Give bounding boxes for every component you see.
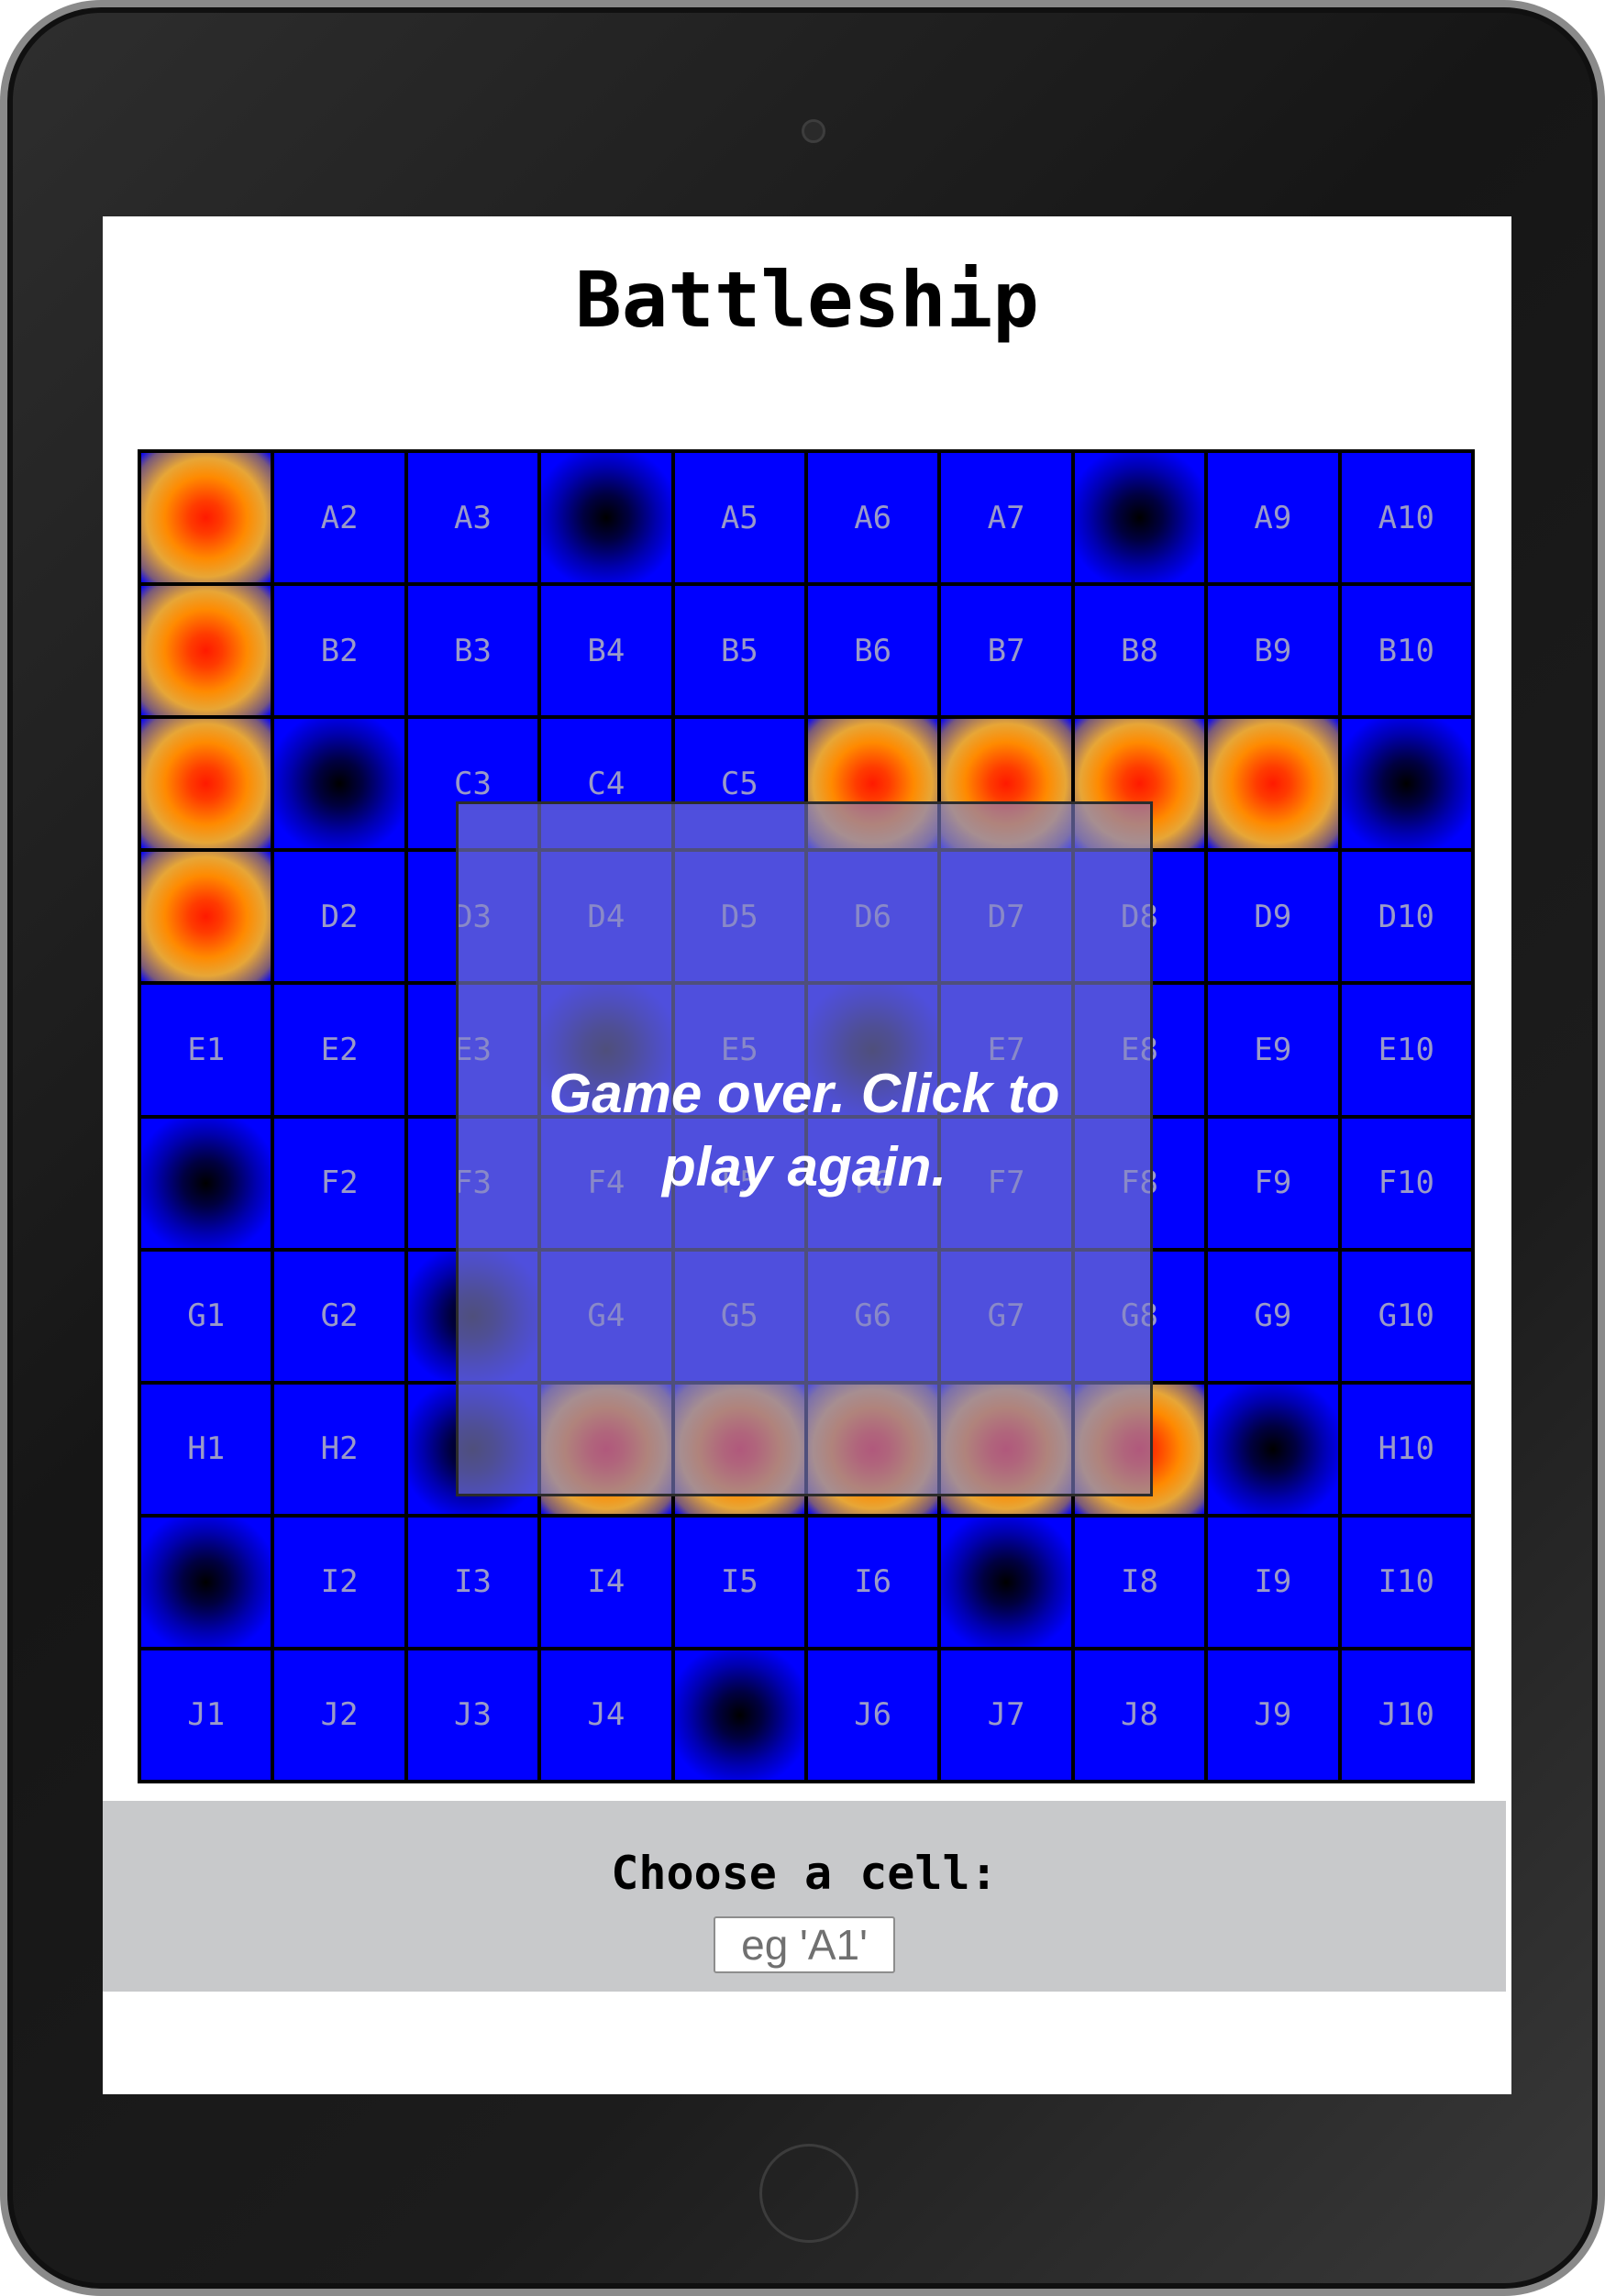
board-cell-H9[interactable]	[1208, 1384, 1338, 1514]
board-cell-J8[interactable]: J8	[1074, 1650, 1205, 1780]
tablet-frame: Battleship A2 A3 A5 A6 A7 A9 A10 B2 B3 B4 B5 B6 B7 B8…	[0, 0, 1605, 2296]
choose-cell-label: Choose a cell:	[611, 1847, 998, 1900]
board-cell-H2[interactable]: H2	[274, 1384, 404, 1514]
board-cell-A1[interactable]	[141, 453, 271, 583]
board-cell-F10[interactable]: F10	[1341, 1118, 1471, 1248]
board-cell-H10[interactable]: H10	[1341, 1384, 1471, 1514]
camera-icon	[802, 119, 825, 143]
board-cell-I3[interactable]: I3	[407, 1517, 538, 1647]
board-cell-I5[interactable]: I5	[674, 1517, 804, 1647]
cell-input[interactable]	[714, 1916, 895, 1973]
board-cell-F2[interactable]: F2	[274, 1118, 404, 1248]
board-cell-D9[interactable]: D9	[1208, 852, 1338, 982]
board-cell-I4[interactable]: I4	[541, 1517, 671, 1647]
board-cell-B9[interactable]: B9	[1208, 586, 1338, 716]
board-cell-B8[interactable]: B8	[1074, 586, 1205, 716]
board-cell-B4[interactable]: B4	[541, 586, 671, 716]
board-cell-H1[interactable]: H1	[141, 1384, 271, 1514]
game-over-message: Game over. Click to play again.	[548, 1063, 1060, 1198]
game-over-overlay[interactable]: Game over. Click to play again.	[456, 801, 1153, 1496]
board-cell-A6[interactable]: A6	[807, 453, 938, 583]
board-cell-D10[interactable]: D10	[1341, 852, 1471, 982]
board-cell-J3[interactable]: J3	[407, 1650, 538, 1780]
board-cell-E1[interactable]: E1	[141, 985, 271, 1115]
board-cell-D2[interactable]: D2	[274, 852, 404, 982]
board-cell-B5[interactable]: B5	[674, 586, 804, 716]
board-cell-J10[interactable]: J10	[1341, 1650, 1471, 1780]
board-cell-J9[interactable]: J9	[1208, 1650, 1338, 1780]
screen: Battleship A2 A3 A5 A6 A7 A9 A10 B2 B3 B4 B5 B6 B7 B8…	[103, 216, 1511, 2094]
board-cell-B6[interactable]: B6	[807, 586, 938, 716]
board-cell-I9[interactable]: I9	[1208, 1517, 1338, 1647]
board-cell-B10[interactable]: B10	[1341, 586, 1471, 716]
board-cell-C2[interactable]	[274, 719, 404, 849]
board-cell-B2[interactable]: B2	[274, 586, 404, 716]
board-cell-A9[interactable]: A9	[1208, 453, 1338, 583]
board-cell-J2[interactable]: J2	[274, 1650, 404, 1780]
board-cell-A3[interactable]: A3	[407, 453, 538, 583]
board-cell-A8[interactable]	[1074, 453, 1205, 583]
board-cell-B3[interactable]: B3	[407, 586, 538, 716]
board-cell-G9[interactable]: G9	[1208, 1251, 1338, 1381]
board-cell-I1[interactable]	[141, 1517, 271, 1647]
board-cell-J4[interactable]: J4	[541, 1650, 671, 1780]
board-cell-B1[interactable]	[141, 586, 271, 716]
board-cell-I7[interactable]	[941, 1517, 1071, 1647]
board-cell-G2[interactable]: G2	[274, 1251, 404, 1381]
board-cell-E9[interactable]: E9	[1208, 985, 1338, 1115]
board-cell-J6[interactable]: J6	[807, 1650, 938, 1780]
board-cell-I6[interactable]: I6	[807, 1517, 938, 1647]
board-cell-I2[interactable]: I2	[274, 1517, 404, 1647]
page-title: Battleship	[575, 255, 1039, 345]
board-cell-D1[interactable]	[141, 852, 271, 982]
board-cell-C1[interactable]	[141, 719, 271, 849]
board-cell-G10[interactable]: G10	[1341, 1251, 1471, 1381]
board-cell-J7[interactable]: J7	[941, 1650, 1071, 1780]
board-cell-I8[interactable]: I8	[1074, 1517, 1205, 1647]
board-cell-A7[interactable]: A7	[941, 453, 1071, 583]
board-cell-A5[interactable]: A5	[674, 453, 804, 583]
control-bar: Choose a cell:	[103, 1801, 1506, 1992]
board-cell-F1[interactable]	[141, 1118, 271, 1248]
board-cell-J5[interactable]	[674, 1650, 804, 1780]
board-cell-G1[interactable]: G1	[141, 1251, 271, 1381]
board-cell-C9[interactable]	[1208, 719, 1338, 849]
board-cell-E10[interactable]: E10	[1341, 985, 1471, 1115]
board-cell-C10[interactable]	[1341, 719, 1471, 849]
board-cell-E2[interactable]: E2	[274, 985, 404, 1115]
board-cell-F9[interactable]: F9	[1208, 1118, 1338, 1248]
board-cell-I10[interactable]: I10	[1341, 1517, 1471, 1647]
board-cell-A4[interactable]	[541, 453, 671, 583]
board-cell-A10[interactable]: A10	[1341, 453, 1471, 583]
home-button[interactable]	[759, 2144, 858, 2243]
board-cell-A2[interactable]: A2	[274, 453, 404, 583]
board-cell-J1[interactable]: J1	[141, 1650, 271, 1780]
board-cell-B7[interactable]: B7	[941, 586, 1071, 716]
